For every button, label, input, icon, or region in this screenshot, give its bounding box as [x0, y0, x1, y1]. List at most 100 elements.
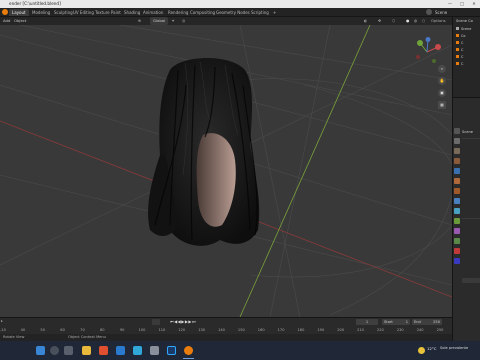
object-tab-icon[interactable] — [454, 188, 460, 194]
outliner-row[interactable]: C — [456, 62, 463, 66]
timeline-tick-label: 200 — [337, 328, 345, 332]
shading-solid-icon[interactable]: ● — [406, 17, 409, 25]
scene-icon — [426, 9, 432, 15]
property-field[interactable] — [462, 278, 480, 283]
file-explorer-icon[interactable] — [82, 346, 91, 355]
outliner-row[interactable]: C — [456, 41, 463, 45]
object-menu[interactable]: Object — [14, 17, 26, 25]
timeline-menu-icon[interactable]: ▸ — [1, 319, 3, 323]
particles-tab-icon[interactable] — [454, 208, 460, 214]
outliner-row[interactable]: C — [456, 48, 463, 52]
close-button[interactable]: ✕ — [468, 0, 480, 8]
render-tab-icon[interactable] — [454, 138, 460, 144]
physics-tab-icon[interactable] — [454, 218, 460, 224]
workspace-tab[interactable]: Modeling — [29, 9, 53, 16]
workspace-tab[interactable]: + — [270, 9, 279, 16]
timeline-tick-label: 250 — [436, 328, 444, 332]
timeline-tick-label: 70 — [80, 328, 85, 332]
workspace-bar: Layout Modeling Sculpting UV Editing Texture… — [0, 8, 480, 17]
world-tab-icon[interactable] — [454, 178, 460, 184]
tool-tab-icon[interactable] — [454, 128, 460, 134]
outliner-row-label: C — [461, 48, 464, 52]
status-bar: Rotate View Object Context Menu — [0, 334, 452, 341]
timeline-tick-label: 230 — [396, 328, 404, 332]
window-title-bar: ender [C:\untitled.blend] — □ ✕ — [0, 0, 480, 8]
view-layer-tab-icon[interactable] — [454, 158, 460, 164]
photoshop-icon[interactable] — [167, 346, 176, 355]
minimize-button[interactable]: — — [444, 0, 456, 8]
end-frame-field[interactable]: End 250 — [412, 319, 442, 325]
zoom-view-icon[interactable]: ⌕ — [438, 65, 446, 73]
search-icon[interactable] — [50, 346, 59, 355]
playback-controls[interactable]: ⏮◀◀▶▶▶⏭ — [170, 319, 196, 325]
auto-keying-icon[interactable] — [152, 319, 160, 325]
timeline-tick-label: 170 — [277, 328, 285, 332]
timeline-tick-label: 240 — [416, 328, 424, 332]
texture-tab-icon[interactable] — [454, 258, 460, 264]
output-tab-icon[interactable] — [454, 148, 460, 154]
shading-material-icon[interactable]: ◍ — [414, 17, 417, 25]
edge-browser-icon[interactable] — [99, 346, 108, 355]
start-frame-field[interactable]: Start 1 — [382, 319, 410, 325]
pan-view-icon[interactable]: ✋ — [438, 77, 446, 85]
workspace-tab[interactable]: Texture Paint — [92, 9, 124, 16]
outliner-row[interactable]: C — [456, 55, 463, 59]
pivot-icon[interactable]: ⊕ — [138, 17, 141, 25]
viewport-header: Add Object Global ⊕ ⌖ ◎ ◐ ✥ ⬡ ● ◍ ○ Opti… — [0, 17, 452, 25]
timeline-tick-label: 220 — [376, 328, 384, 332]
visibility-icon[interactable]: ◐ — [364, 17, 367, 25]
modifier-tab-icon[interactable] — [454, 198, 460, 204]
scene-tab-icon[interactable] — [454, 168, 460, 174]
viewport-canvas — [0, 25, 452, 317]
gizmo-icon[interactable]: ✥ — [378, 17, 381, 25]
timeline-tick-label: 120 — [178, 328, 186, 332]
workspace-tab[interactable]: Geometry Nodes — [213, 9, 253, 16]
blender-icon[interactable] — [184, 346, 193, 355]
mail-icon[interactable] — [116, 346, 125, 355]
task-view-icon[interactable] — [64, 346, 73, 355]
proportional-edit-icon[interactable]: ◎ — [182, 17, 185, 25]
snap-icon[interactable]: ⌖ — [172, 17, 174, 25]
shading-rendered-icon[interactable]: ○ — [422, 17, 425, 25]
transform-orientation-select[interactable]: Global — [150, 17, 169, 25]
camera-view-icon[interactable]: ▣ — [438, 89, 446, 97]
timeline-tick-label: 160 — [257, 328, 265, 332]
settings-icon[interactable] — [150, 346, 159, 355]
maximize-button[interactable]: □ — [456, 0, 468, 8]
outliner-row-label: Co — [461, 34, 466, 38]
outliner-row[interactable]: Scene — [456, 27, 471, 31]
end-label: End — [414, 320, 421, 324]
workspace-tab[interactable]: Layout — [9, 9, 29, 16]
add-menu[interactable]: Add — [3, 17, 10, 25]
navigation-gizmo[interactable] — [412, 37, 442, 67]
weather-text: Sole prevalente — [440, 346, 469, 350]
data-tab-icon[interactable] — [454, 238, 460, 244]
window-title: ender [C:\untitled.blend] — [9, 1, 61, 6]
current-frame-field[interactable]: 1 — [356, 319, 378, 325]
windows-start-icon[interactable] — [36, 346, 45, 355]
properties-header: Scene — [462, 130, 473, 134]
timeline-tick-label: 130 — [198, 328, 206, 332]
blender-logo-icon[interactable] — [2, 9, 8, 15]
options-menu[interactable]: Options — [431, 17, 446, 25]
timeline-tick-label: 60 — [60, 328, 65, 332]
outliner-row-label: C — [461, 62, 464, 66]
end-value: 250 — [433, 320, 440, 324]
overlay-icon[interactable]: ⬡ — [392, 17, 395, 25]
photos-icon[interactable] — [133, 346, 142, 355]
timeline-tick-label: 180 — [297, 328, 305, 332]
outliner-row[interactable]: Co — [456, 34, 465, 38]
3d-viewport[interactable]: ⌕ ✋ ▣ ▦ — [0, 25, 452, 317]
outliner-panel: Scene Co Scene Co C C C C — [452, 17, 480, 97]
workspace-tab[interactable]: Scripting — [248, 9, 272, 16]
scene-selector[interactable]: Scene — [435, 9, 447, 16]
status-right: Object Context Menu — [68, 335, 106, 339]
timeline-panel[interactable]: -10 40 50 60 70 80 90 100 110 120 130 140 150 160 170 1… — [0, 317, 452, 334]
weather-temp: 12°C — [427, 346, 437, 351]
hair-model[interactable] — [148, 57, 260, 246]
material-tab-icon[interactable] — [454, 248, 460, 254]
timeline-tick-label: 210 — [357, 328, 364, 332]
workspace-tab[interactable]: Animation — [140, 9, 166, 16]
constraints-tab-icon[interactable] — [454, 228, 460, 234]
perspective-toggle-icon[interactable]: ▦ — [438, 101, 446, 109]
